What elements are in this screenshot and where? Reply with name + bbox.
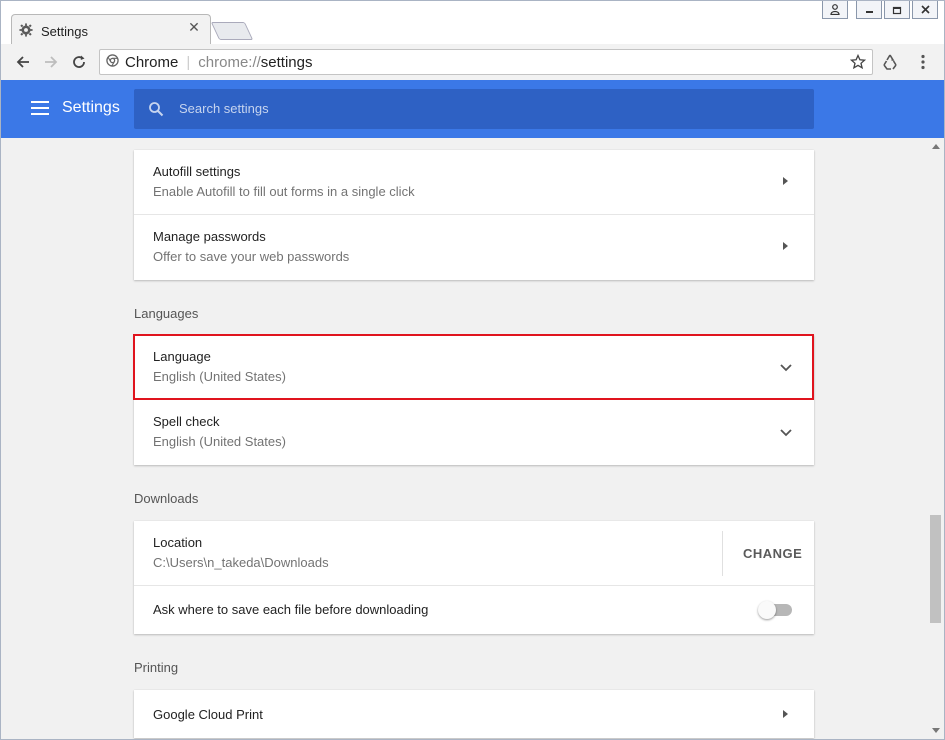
chevron-down-icon[interactable] xyxy=(780,359,792,377)
scroll-thumb[interactable] xyxy=(930,515,941,623)
hamburger-menu-icon[interactable] xyxy=(31,101,49,115)
omnibox-site-label: Chrome xyxy=(125,53,179,71)
settings-content: Autofill settings Enable Autofill to fil… xyxy=(0,138,945,740)
ask-where-to-save-row[interactable]: Ask where to save each file before downl… xyxy=(134,586,814,634)
change-location-button[interactable]: CHANGE xyxy=(743,546,802,561)
languages-card: Language English (United States) Spell c… xyxy=(134,335,814,465)
menu-kebab-icon[interactable] xyxy=(911,50,935,74)
search-input[interactable]: Search settings xyxy=(134,89,814,129)
spell-check-row[interactable]: Spell check English (United States) xyxy=(134,400,814,465)
search-placeholder: Search settings xyxy=(179,101,269,116)
search-icon xyxy=(148,101,164,122)
chrome-page-icon xyxy=(106,53,119,71)
gear-icon xyxy=(19,22,33,40)
scroll-up-arrow-icon[interactable] xyxy=(932,144,940,149)
arrow-right-icon xyxy=(783,710,788,718)
user-icon[interactable] xyxy=(822,1,848,19)
tab-title: Settings xyxy=(41,23,88,39)
close-icon[interactable] xyxy=(912,1,938,19)
scroll-down-arrow-icon[interactable] xyxy=(932,728,940,733)
scrollbar[interactable] xyxy=(927,138,944,739)
row-title: Manage passwords xyxy=(153,229,266,244)
arrow-right-icon xyxy=(783,242,788,250)
row-title: Spell check xyxy=(153,414,220,429)
chevron-down-icon[interactable] xyxy=(780,424,792,442)
omnibox-path: settings xyxy=(260,53,313,71)
restore-icon[interactable] xyxy=(884,1,910,19)
download-path: C:\Users\n_takeda\Downloads xyxy=(153,555,329,570)
row-title: Language xyxy=(153,349,211,364)
reload-icon[interactable] xyxy=(67,50,91,74)
section-label-printing: Printing xyxy=(134,660,179,675)
google-cloud-print-row[interactable]: Google Cloud Print xyxy=(134,690,814,738)
language-row[interactable]: Language English (United States) xyxy=(134,335,814,400)
settings-header: Settings Search settings xyxy=(0,80,945,138)
row-subtitle: Offer to save your web passwords xyxy=(153,249,350,264)
row-subtitle: English (United States) xyxy=(153,369,286,384)
address-bar[interactable]: Chrome | chrome:// settings xyxy=(99,49,873,75)
change-button-wrap: CHANGE xyxy=(722,531,814,576)
section-label-downloads: Downloads xyxy=(134,491,199,506)
row-title: Autofill settings xyxy=(153,164,241,179)
downloads-card: Location C:\Users\n_takeda\Downloads CHA… xyxy=(134,521,814,634)
forward-icon[interactable] xyxy=(39,50,63,74)
row-subtitle: Enable Autofill to fill out forms in a s… xyxy=(153,184,415,199)
window-titlebar: Settings ✕ xyxy=(0,0,945,46)
row-title: Location xyxy=(153,535,203,550)
manage-passwords-row[interactable]: Manage passwords Offer to save your web … xyxy=(134,215,814,280)
row-title: Google Cloud Print xyxy=(153,707,263,722)
browser-toolbar: Chrome | chrome:// settings xyxy=(0,44,945,80)
row-title: Ask where to save each file before downl… xyxy=(153,602,429,617)
minimize-icon[interactable] xyxy=(856,1,882,19)
autofill-settings-row[interactable]: Autofill settings Enable Autofill to fil… xyxy=(134,150,814,215)
download-location-row: Location C:\Users\n_takeda\Downloads CHA… xyxy=(134,521,814,586)
tab-close-icon[interactable]: ✕ xyxy=(187,20,201,34)
window-controls xyxy=(822,1,938,19)
page-title: Settings xyxy=(62,99,120,116)
printing-card: Google Cloud Print xyxy=(134,690,814,738)
ask-toggle-knob[interactable] xyxy=(758,601,776,619)
arrow-right-icon xyxy=(783,177,788,185)
back-icon[interactable] xyxy=(11,50,35,74)
row-subtitle: English (United States) xyxy=(153,434,286,449)
tab-content: Settings xyxy=(19,16,88,46)
recycle-extension-icon[interactable] xyxy=(878,50,902,74)
omnibox-scheme: chrome:// xyxy=(198,53,261,71)
autofill-card: Autofill settings Enable Autofill to fil… xyxy=(134,150,814,280)
new-tab-button[interactable] xyxy=(210,22,254,40)
bookmark-star-icon[interactable] xyxy=(849,53,867,74)
section-label-languages: Languages xyxy=(134,306,199,321)
omnibox-separator: | xyxy=(186,53,191,71)
